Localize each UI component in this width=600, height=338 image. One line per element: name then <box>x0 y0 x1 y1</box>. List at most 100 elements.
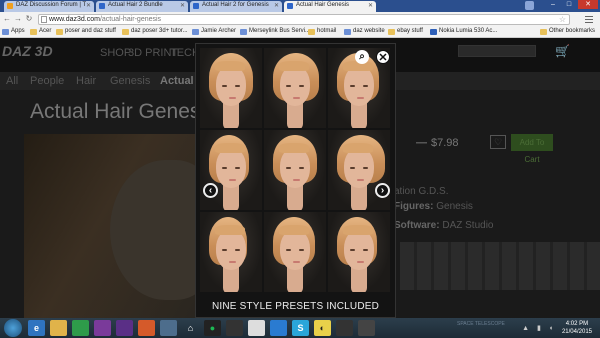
eye-shape <box>222 167 227 169</box>
page-icon <box>41 16 47 23</box>
subnav-people[interactable]: People <box>30 75 64 87</box>
window-controls: – □ ✕ <box>546 0 598 11</box>
product-title: Actual Hair Genesis <box>30 100 216 123</box>
reload-icon[interactable]: ↻ <box>24 14 34 24</box>
taskbar-clock[interactable]: 4:02 PM 21/04/2015 <box>562 320 592 336</box>
explorer-icon[interactable] <box>50 320 67 336</box>
store-icon[interactable] <box>72 320 89 336</box>
vendor-line[interactable]: ation G.D.S. <box>394 186 448 197</box>
eye-shape <box>350 249 355 251</box>
hair-preset-thumbnail[interactable] <box>264 212 326 292</box>
folder-icon <box>30 29 37 35</box>
tab-close-icon[interactable]: ✕ <box>368 2 373 9</box>
tab-daz-forum[interactable]: DAZ Discussion Forum | T ✕ <box>4 1 94 12</box>
tab-actual-hair-2-bundle[interactable]: Actual Hair 2 Bundle ✕ <box>96 1 188 12</box>
bookmark-hotmail[interactable]: hotmail <box>308 28 336 35</box>
star-icon[interactable]: ☆ <box>559 15 566 24</box>
subnav-hair[interactable]: Hair <box>76 75 96 87</box>
software-label: Software: <box>394 220 440 231</box>
bookmark-merseylink[interactable]: Merseylink Bus Servi... <box>240 28 310 35</box>
hair-preset-thumbnail[interactable] <box>200 130 262 210</box>
hair-preset-thumbnail[interactable] <box>200 48 262 128</box>
eye-shape <box>363 167 368 169</box>
tab-close-icon[interactable]: ✕ <box>274 2 279 9</box>
head-shape <box>344 148 374 188</box>
hair-preset-thumbnail[interactable] <box>328 130 390 210</box>
zoom-icon[interactable]: ⌕ <box>355 50 369 64</box>
chevron-left-icon[interactable]: ‹ <box>203 183 218 198</box>
subnav-actual[interactable]: Actual <box>160 75 194 87</box>
people-icon[interactable] <box>160 320 177 336</box>
hair-preset-thumbnail[interactable] <box>200 212 262 292</box>
forward-icon[interactable]: → <box>13 14 23 24</box>
spotify-icon[interactable]: ● <box>204 320 221 336</box>
media-icon[interactable] <box>94 320 111 336</box>
skype-icon[interactable]: S <box>292 320 309 336</box>
close-icon[interactable]: ✕ <box>376 50 390 64</box>
app-icon[interactable] <box>336 320 353 336</box>
bookmark-daz-website[interactable]: daz website <box>344 28 385 35</box>
fringe-shape <box>279 143 309 153</box>
bookmark-apps[interactable]: Apps <box>2 28 25 35</box>
product-thumbnails[interactable] <box>400 242 600 290</box>
bookmark-poser-daz[interactable]: poser and daz stuff <box>56 28 116 35</box>
back-icon[interactable]: ← <box>2 14 12 24</box>
bookmark-ebay[interactable]: ebay stuff <box>388 28 423 35</box>
photos-icon[interactable] <box>138 320 155 336</box>
daz-logo[interactable]: DAZ 3D <box>2 43 53 59</box>
tab-label: DAZ Discussion Forum | T <box>16 2 87 8</box>
bookmark-nokia[interactable]: Nokia Lumia 530 Ac... <box>430 28 497 35</box>
audio-icon[interactable] <box>226 320 243 336</box>
folder-icon <box>308 29 315 35</box>
lips-shape <box>229 179 236 181</box>
subnav-genesis[interactable]: Genesis <box>110 75 150 87</box>
chevron-right-icon[interactable]: › <box>375 183 390 198</box>
software-meta: Software: DAZ Studio <box>394 220 493 231</box>
daz-studio-icon[interactable]: ◐ <box>314 320 331 336</box>
hair-preset-thumbnail[interactable] <box>264 130 326 210</box>
bookmark-other[interactable]: Other bookmarks <box>540 28 595 35</box>
chrome-icon[interactable] <box>248 320 265 336</box>
head-shape <box>344 66 374 106</box>
tab-label: Actual Hair 2 Bundle <box>108 2 163 8</box>
tab-actual-hair-2-genesis[interactable]: Actual Hair 2 for Genesis ✕ <box>190 1 282 12</box>
hair-preset-thumbnail[interactable] <box>328 212 390 292</box>
app-icon[interactable] <box>116 320 133 336</box>
tab-actual-hair-genesis[interactable]: Actual Hair Genesis ✕ <box>284 1 376 12</box>
add-to-cart-button[interactable]: Add To Cart <box>511 134 553 164</box>
site-search-input[interactable] <box>458 45 536 57</box>
browser-toolbar: ← → ↻ www.daz3d.com/actual-hair-genesis … <box>0 12 600 26</box>
minimize-icon[interactable]: – <box>546 0 560 9</box>
cart-icon[interactable]: 🛒 <box>555 44 570 58</box>
page-icon <box>240 29 247 35</box>
system-tray[interactable]: ▲ ▮ ◖ <box>522 324 556 332</box>
bookmark-label: Acer <box>39 28 52 34</box>
subnav-all[interactable]: All <box>6 75 18 87</box>
bookmark-acer[interactable]: Acer <box>30 28 52 35</box>
eye-shape <box>286 249 291 251</box>
clock-time: 4:02 PM <box>565 321 589 327</box>
maximize-icon[interactable]: □ <box>562 0 576 9</box>
image-lightbox: ⌕ ✕ ‹ › NINE STYLE PRESETS INCLUDED <box>195 43 396 318</box>
nav-shop[interactable]: SHOP <box>100 47 131 59</box>
daz-icon <box>7 3 13 9</box>
word-icon[interactable] <box>270 320 287 336</box>
tab-close-icon[interactable]: ✕ <box>180 2 185 9</box>
hair-preset-thumbnail[interactable] <box>264 48 326 128</box>
ie-icon[interactable]: e <box>28 320 45 336</box>
folder-icon <box>540 29 547 35</box>
user-icon[interactable] <box>525 1 534 10</box>
window-close-icon[interactable]: ✕ <box>578 0 598 9</box>
menu-icon[interactable] <box>584 14 594 24</box>
bookmark-jamie-archer[interactable]: Jamie Archer <box>192 28 236 35</box>
bookmark-daz-tutor[interactable]: daz poser 3d+ tutor... <box>122 28 188 35</box>
heart-icon[interactable]: ♡ <box>490 135 506 149</box>
daz-icon <box>193 3 199 9</box>
head-shape <box>216 230 246 270</box>
address-bar[interactable]: www.daz3d.com/actual-hair-genesis ☆ <box>38 14 570 25</box>
tab-close-icon[interactable]: ✕ <box>86 2 91 9</box>
home-icon[interactable]: ⌂ <box>182 320 199 336</box>
app-icon[interactable] <box>358 320 375 336</box>
page-icon <box>192 29 199 35</box>
start-button[interactable] <box>4 319 22 337</box>
